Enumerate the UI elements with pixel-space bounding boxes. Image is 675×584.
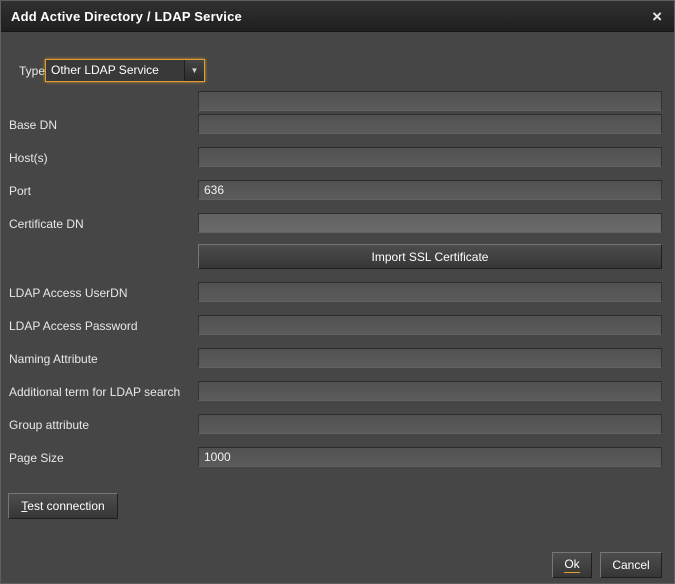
type-dropdown[interactable]: Other LDAP Service ▼ bbox=[45, 59, 205, 82]
dialog-title: Add Active Directory / LDAP Service bbox=[11, 9, 242, 24]
field-row-additional-term: Additional term for LDAP search bbox=[1, 381, 662, 401]
naming-attribute-input[interactable] bbox=[198, 348, 662, 368]
import-ssl-certificate-button[interactable]: Import SSL Certificate bbox=[198, 244, 662, 269]
group-attribute-input[interactable] bbox=[198, 414, 662, 434]
field-row-group-attribute: Group attribute bbox=[1, 414, 662, 434]
page-size-input[interactable] bbox=[198, 447, 662, 467]
field-label: LDAP Access UserDN bbox=[9, 283, 127, 303]
ok-button[interactable]: Ok bbox=[552, 552, 592, 578]
cancel-button[interactable]: Cancel bbox=[600, 552, 662, 578]
field-row-hosts: Host(s) bbox=[1, 147, 662, 167]
ldap-access-userdn-input[interactable] bbox=[198, 282, 662, 302]
field-row-port: Port bbox=[1, 180, 662, 200]
ok-label: Ok bbox=[564, 557, 579, 573]
test-connection-label: est connection bbox=[27, 499, 104, 513]
ldap-access-password-input[interactable] bbox=[198, 315, 662, 335]
hosts-input[interactable] bbox=[198, 147, 662, 167]
field-row-ldap-access-password: LDAP Access Password bbox=[1, 315, 662, 335]
chevron-down-icon[interactable]: ▼ bbox=[184, 60, 204, 81]
certificate-dn-input[interactable] bbox=[198, 213, 662, 233]
base-dn-input[interactable] bbox=[198, 114, 662, 134]
field-row-ldap-access-userdn: LDAP Access UserDN bbox=[1, 282, 662, 302]
dialog-titlebar: Add Active Directory / LDAP Service × bbox=[1, 1, 674, 32]
field-row-naming-attribute: Naming Attribute bbox=[1, 348, 662, 368]
close-icon[interactable]: × bbox=[650, 8, 664, 25]
field-label: Additional term for LDAP search bbox=[9, 382, 180, 402]
field-label: Page Size bbox=[9, 448, 64, 468]
field-row-unlabeled bbox=[1, 91, 662, 111]
field-label: Group attribute bbox=[9, 415, 89, 435]
field-row-base-dn: Base DN bbox=[1, 114, 662, 134]
unlabeled-input[interactable] bbox=[198, 91, 662, 111]
field-row-page-size: Page Size bbox=[1, 447, 662, 467]
add-ldap-service-dialog: Add Active Directory / LDAP Service × Ty… bbox=[0, 0, 675, 584]
field-label: Port bbox=[9, 181, 31, 201]
port-input[interactable] bbox=[198, 180, 662, 200]
type-dropdown-value: Other LDAP Service bbox=[46, 60, 184, 81]
field-row-certificate-dn: Certificate DN bbox=[1, 213, 662, 233]
additional-term-input[interactable] bbox=[198, 381, 662, 401]
field-label: Certificate DN bbox=[9, 214, 84, 234]
field-label: Base DN bbox=[9, 115, 57, 135]
test-connection-button[interactable]: Test connection bbox=[8, 493, 118, 519]
field-label: Host(s) bbox=[9, 148, 48, 168]
type-label: Type bbox=[19, 61, 45, 81]
field-label: LDAP Access Password bbox=[9, 316, 138, 336]
field-label: Naming Attribute bbox=[9, 349, 98, 369]
